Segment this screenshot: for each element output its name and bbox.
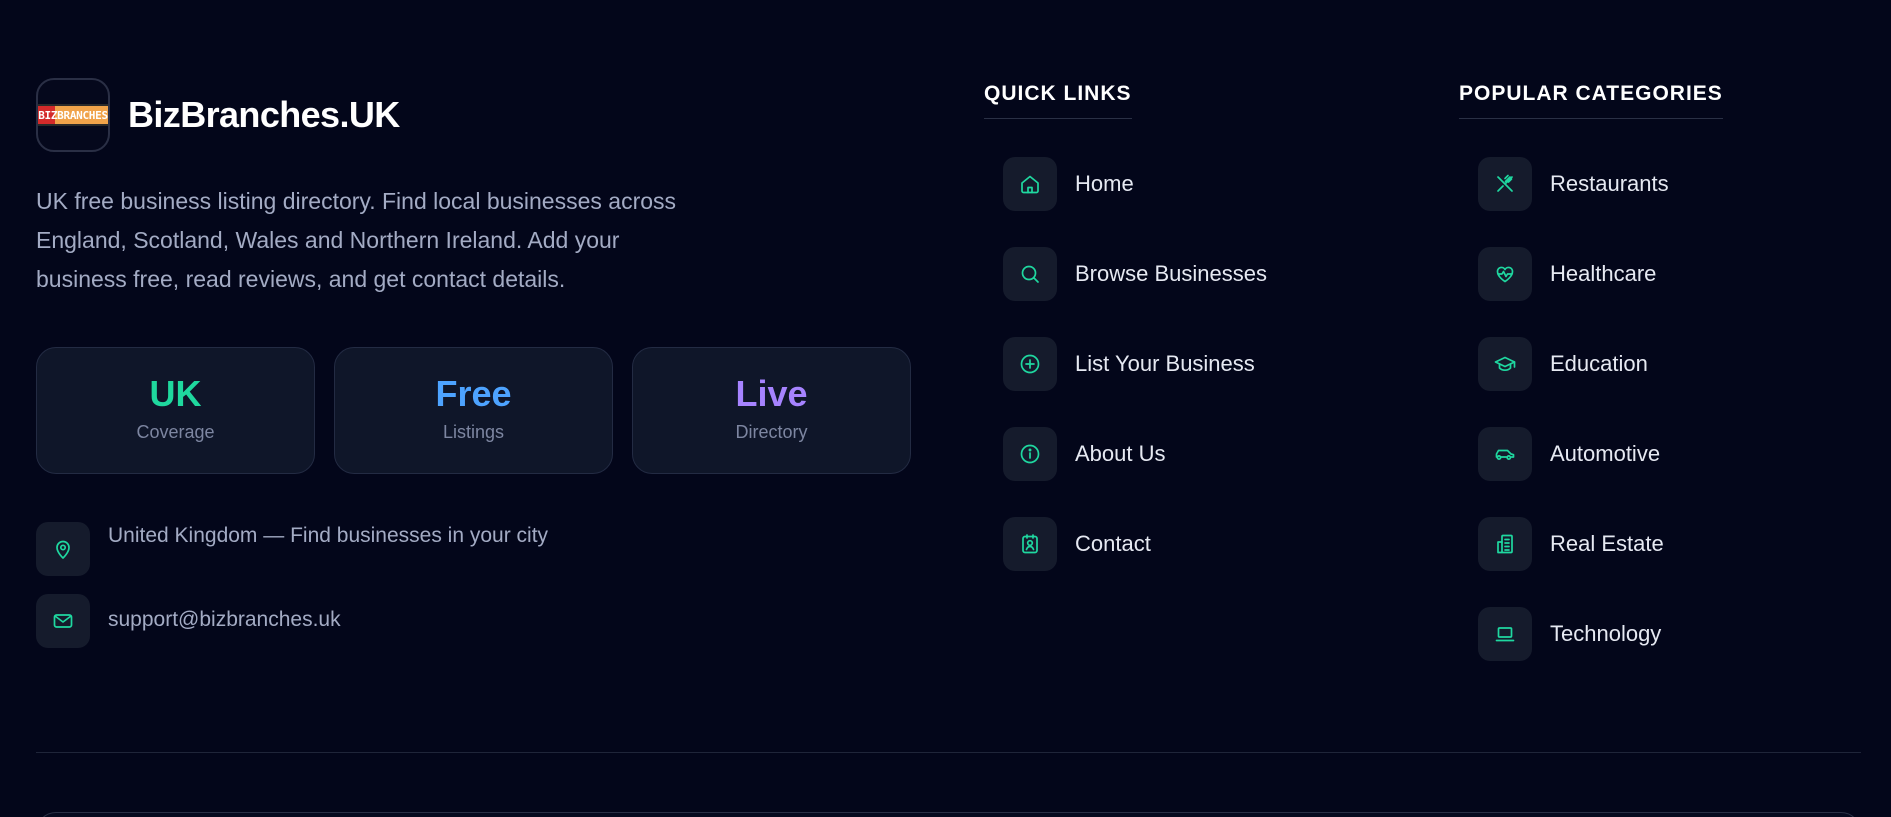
category-healthcare[interactable]: Healthcare [1478, 247, 1723, 301]
quick-links-section: QUICK LINKS Home Browse Businesses List … [984, 82, 1267, 607]
quick-link-list-your-business[interactable]: List Your Business [1003, 337, 1267, 391]
quick-links-list: Home Browse Businesses List Your Busines… [1003, 157, 1267, 571]
category-technology[interactable]: Technology [1478, 607, 1723, 661]
search-icon [1003, 247, 1057, 301]
logo-text: BIZBRANCHES [38, 108, 108, 122]
link-label: Healthcare [1550, 261, 1657, 286]
stat-label: Listings [442, 422, 505, 442]
map-pin-icon [36, 522, 90, 576]
category-restaurants[interactable]: Restaurants [1478, 157, 1723, 211]
heart-pulse-icon [1478, 247, 1532, 301]
brand[interactable]: BIZBRANCHES BizBranches.UK [36, 78, 400, 152]
stat-card-listings: Free Listings [334, 347, 613, 474]
quick-link-contact[interactable]: Contact [1003, 517, 1267, 571]
stat-value: Free [435, 373, 512, 414]
quick-links-title: QUICK LINKS [984, 82, 1132, 119]
logo[interactable]: BIZBRANCHES [36, 78, 110, 152]
categories-list: Restaurants Healthcare Education Automot… [1478, 157, 1723, 661]
logo-image: BIZBRANCHES [38, 104, 108, 126]
footer-divider [36, 752, 1861, 753]
stat-value: UK [149, 373, 202, 414]
car-icon [1478, 427, 1532, 481]
categories-title: POPULAR CATEGORIES [1459, 82, 1723, 119]
stat-label: Directory [735, 422, 808, 442]
contact-email[interactable]: support@bizbranches.uk [36, 594, 341, 648]
graduation-cap-icon [1478, 337, 1532, 391]
link-label: List Your Business [1075, 351, 1255, 376]
link-label: Technology [1550, 621, 1662, 646]
site-footer: BIZBRANCHES BizBranches.UK UK free busin… [0, 0, 1891, 817]
link-label: Real Estate [1550, 531, 1664, 556]
category-real-estate[interactable]: Real Estate [1478, 517, 1723, 571]
location-text: United Kingdom — Find businesses in your… [108, 524, 549, 547]
popular-categories-section: POPULAR CATEGORIES Restaurants Healthcar… [1459, 82, 1723, 697]
stat-value: Live [735, 373, 808, 414]
stat-card-coverage: UK Coverage [36, 347, 315, 474]
stat-card-directory: Live Directory [632, 347, 911, 474]
building-icon [1478, 517, 1532, 571]
quick-link-about-us[interactable]: About Us [1003, 427, 1267, 481]
mail-icon [36, 594, 90, 648]
email-link[interactable]: support@bizbranches.uk [108, 606, 341, 634]
link-label: About Us [1075, 441, 1166, 466]
link-label: Browse Businesses [1075, 261, 1267, 286]
info-icon [1003, 427, 1057, 481]
laptop-icon [1478, 607, 1532, 661]
link-label: Automotive [1550, 441, 1661, 466]
link-label: Home [1075, 171, 1134, 196]
footer-bottom-bar [36, 812, 1861, 817]
link-label: Contact [1075, 531, 1151, 556]
quick-link-home[interactable]: Home [1003, 157, 1267, 211]
home-icon [1003, 157, 1057, 211]
stats-row: UK Coverage Free Listings Live Directory [36, 347, 911, 474]
brand-name[interactable]: BizBranches.UK [128, 94, 400, 136]
stat-label: Coverage [136, 422, 215, 442]
site-description: UK free business listing directory. Find… [36, 188, 677, 292]
contact-card-icon [1003, 517, 1057, 571]
utensils-icon [1478, 157, 1532, 211]
category-education[interactable]: Education [1478, 337, 1723, 391]
quick-link-browse-businesses[interactable]: Browse Businesses [1003, 247, 1267, 301]
plus-circle-icon [1003, 337, 1057, 391]
link-label: Education [1550, 351, 1648, 376]
link-label: Restaurants [1550, 171, 1669, 196]
contact-location: United Kingdom — Find businesses in your… [36, 522, 548, 576]
category-automotive[interactable]: Automotive [1478, 427, 1723, 481]
